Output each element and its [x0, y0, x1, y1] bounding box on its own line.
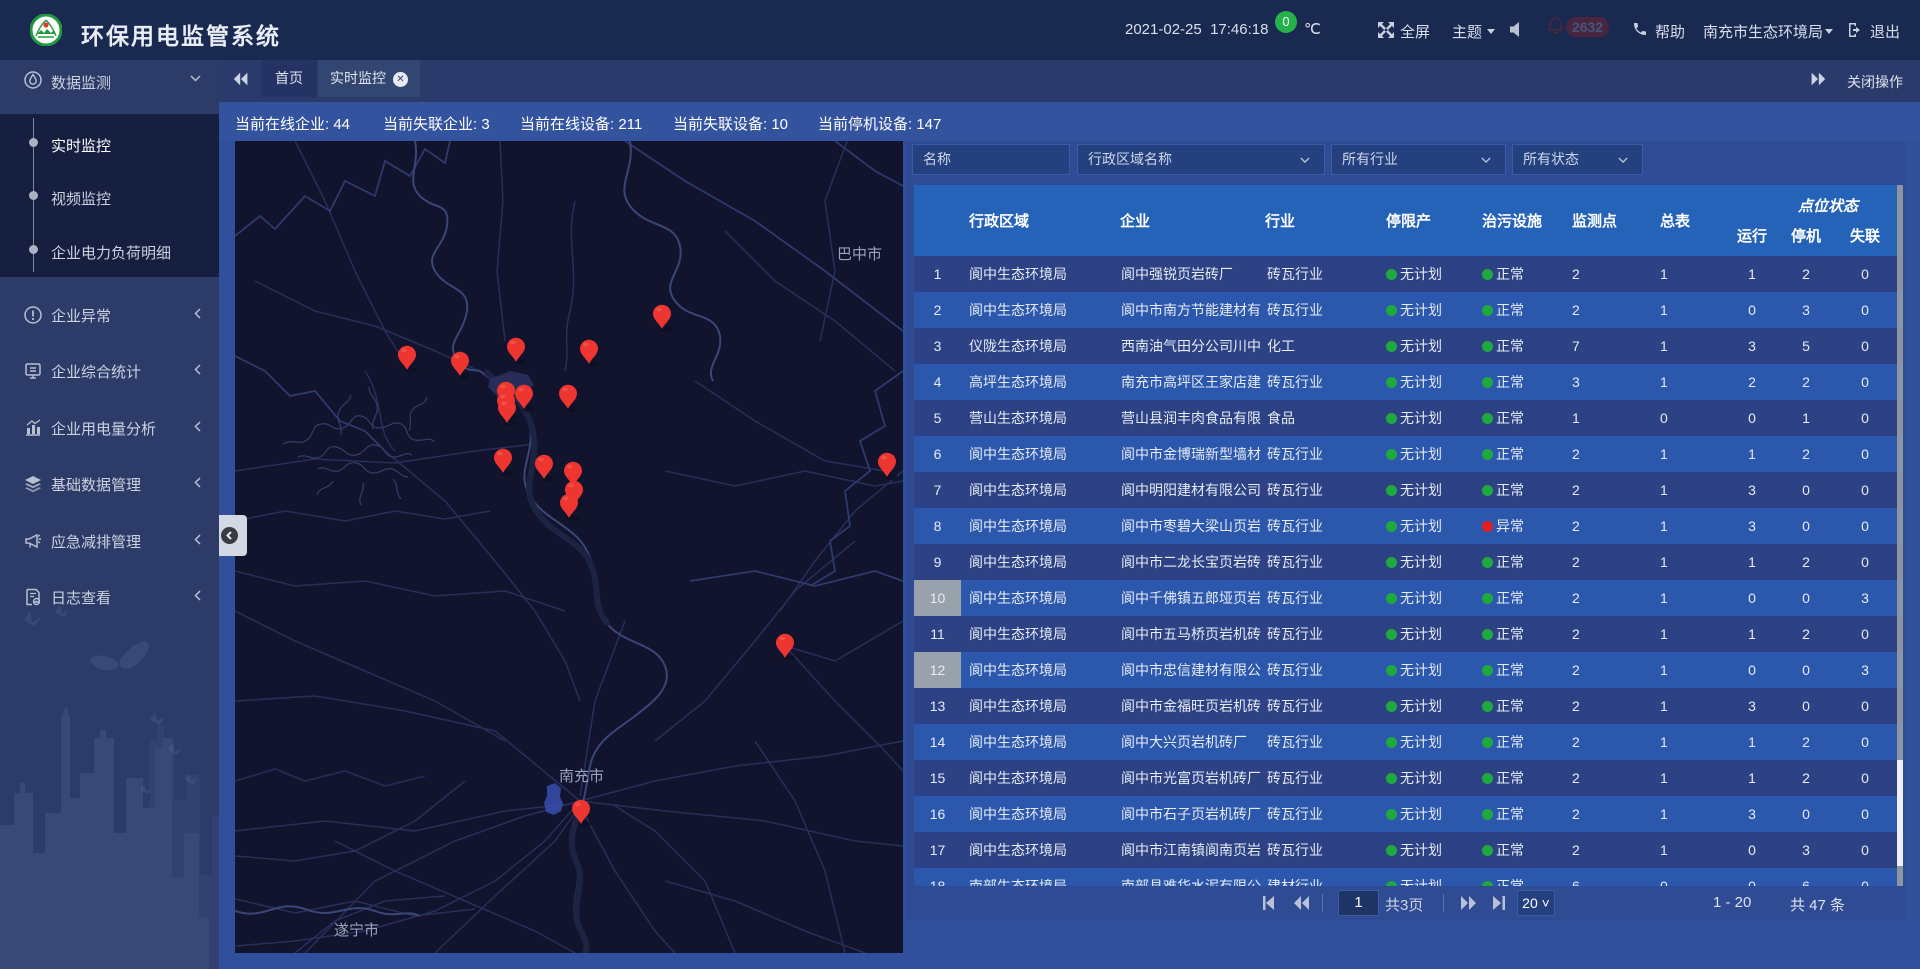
svg-text:巴中市: 巴中市	[837, 246, 882, 263]
svg-text:南充市: 南充市	[559, 768, 604, 785]
svg-text:遂宁市: 遂宁市	[334, 922, 379, 939]
